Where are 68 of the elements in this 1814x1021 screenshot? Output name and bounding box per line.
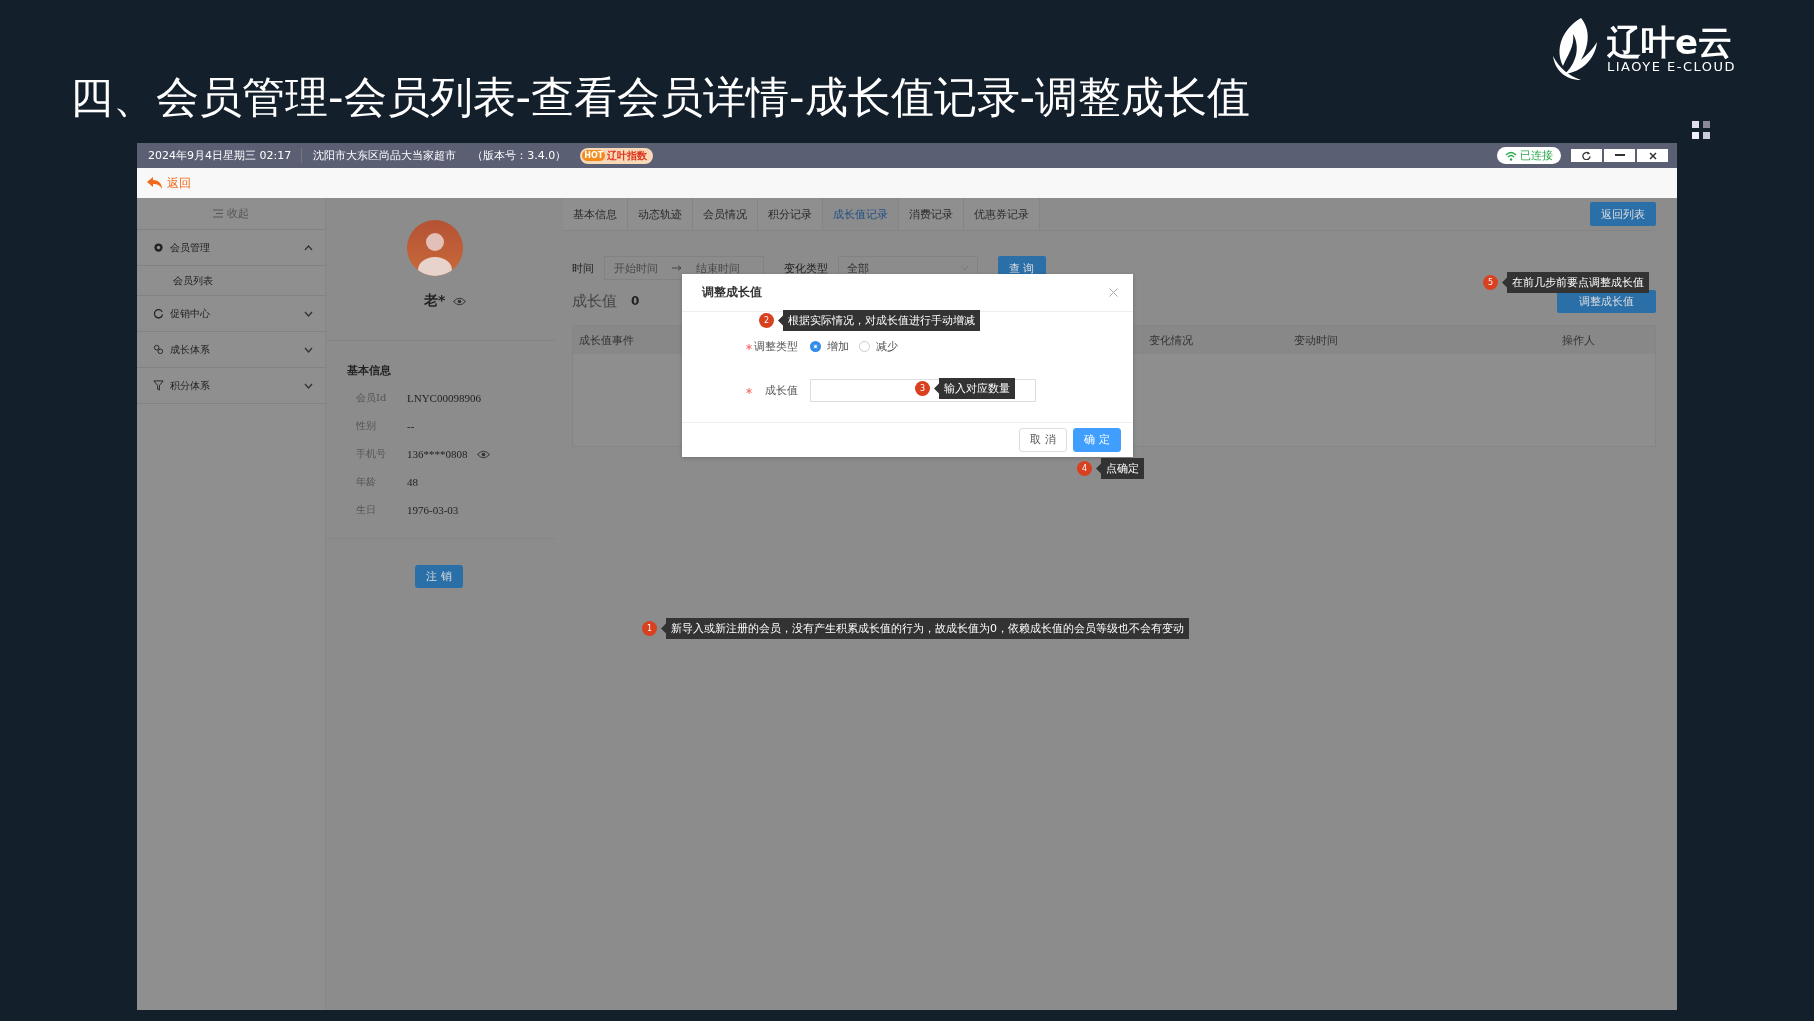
- radio-option[interactable]: 增加: [810, 339, 849, 355]
- annotation-tooltip: 输入对应数量: [934, 378, 1015, 399]
- cancel-button[interactable]: 取 消: [1019, 427, 1067, 452]
- column-header: 成长值事件: [579, 333, 634, 347]
- growth-value: 0: [631, 294, 640, 308]
- eye-icon[interactable]: [476, 449, 490, 459]
- deactivate-button[interactable]: 注 销: [415, 565, 463, 588]
- chevron-icon: [304, 346, 313, 353]
- avatar: [407, 220, 463, 276]
- confirm-button[interactable]: 确 定: [1073, 427, 1121, 452]
- connection-status: 已连接: [1497, 147, 1561, 164]
- field-value: LNYC00098906: [407, 392, 481, 404]
- chevron-icon: [304, 310, 313, 317]
- grid-icon: [1692, 121, 1710, 139]
- sidebar-item[interactable]: 积分体系: [137, 368, 325, 404]
- field-value: 48: [407, 476, 418, 488]
- link-icon: [153, 344, 164, 355]
- filter-label: 时间: [572, 260, 594, 276]
- sidebar-subitem[interactable]: 会员列表: [137, 266, 325, 296]
- version: （版本号：3.4.0）: [471, 148, 567, 163]
- growth-label: 成长值: [572, 291, 617, 311]
- filter-icon: [153, 380, 164, 391]
- return-list-button[interactable]: 返回列表: [1590, 202, 1656, 226]
- index-badge[interactable]: HOT 辽叶指数: [580, 147, 654, 164]
- form-label: 成长值: [764, 383, 799, 399]
- annotation-tooltip: 新导入或新注册的会员，没有产生积累成长值的行为，故成长值为0，依赖成长值的会员等级也不会有变动: [661, 618, 1189, 639]
- eye-icon[interactable]: [453, 296, 467, 306]
- minimize-button[interactable]: [1604, 149, 1635, 162]
- refresh-icon: [153, 308, 164, 319]
- back-link[interactable]: 返回: [147, 174, 191, 192]
- step-number: 5: [1483, 275, 1498, 290]
- field-value: 136****0808: [407, 448, 468, 460]
- logo-name: 辽叶e云: [1606, 24, 1733, 59]
- sidebar-item[interactable]: 促销中心: [137, 296, 325, 332]
- annotation-tooltip: 在前几步前要点调整成长值: [1502, 272, 1649, 293]
- dialog-title: 调整成长值: [702, 283, 762, 301]
- section-heading: 基本信息: [347, 363, 391, 378]
- radio-option[interactable]: 减少: [859, 339, 898, 355]
- annotation-tooltip: 点确定: [1096, 458, 1144, 479]
- minimize-icon: [1614, 154, 1625, 157]
- logo-tagline: LIAOYE E-CLOUD: [1606, 58, 1736, 74]
- sidebar-item[interactable]: 会员管理: [137, 230, 325, 266]
- column-header: 变动时间: [1294, 332, 1339, 348]
- refresh-icon: [1582, 151, 1591, 160]
- slide-title: 四、会员管理-会员列表-查看会员详情-成长值记录-调整成长值: [70, 76, 1251, 119]
- chevron-icon: [304, 244, 313, 251]
- back-arrow-icon: [147, 176, 163, 190]
- wifi-icon: [1505, 150, 1517, 161]
- store-name: 沈阳市大东区尚品大当家超市: [312, 148, 457, 163]
- close-button[interactable]: [1637, 149, 1668, 162]
- collapse-icon: [213, 209, 223, 218]
- arrow-icon: [672, 265, 682, 271]
- annotation-tooltip: 根据实际情况，对成长值进行手动增减: [778, 310, 980, 331]
- field-value: 1976-03-03: [407, 504, 459, 516]
- column-header: 变化情况: [1149, 332, 1194, 348]
- chevron-icon: [304, 382, 313, 389]
- refresh-button[interactable]: [1571, 149, 1602, 162]
- member-name: 老*: [424, 292, 446, 310]
- step-number: 4: [1077, 461, 1092, 476]
- datetime: 2024年9月4日星期三 02:17: [148, 148, 303, 163]
- gear-icon: [153, 242, 164, 253]
- column-header: 操作人: [1562, 332, 1595, 348]
- field-value: --: [407, 420, 415, 432]
- form-label: 调整类型: [753, 339, 799, 355]
- close-icon: [1648, 151, 1657, 160]
- sidebar-item[interactable]: 成长体系: [137, 332, 325, 368]
- step-number: 1: [642, 621, 657, 636]
- filter-label: 变化类型: [784, 260, 828, 276]
